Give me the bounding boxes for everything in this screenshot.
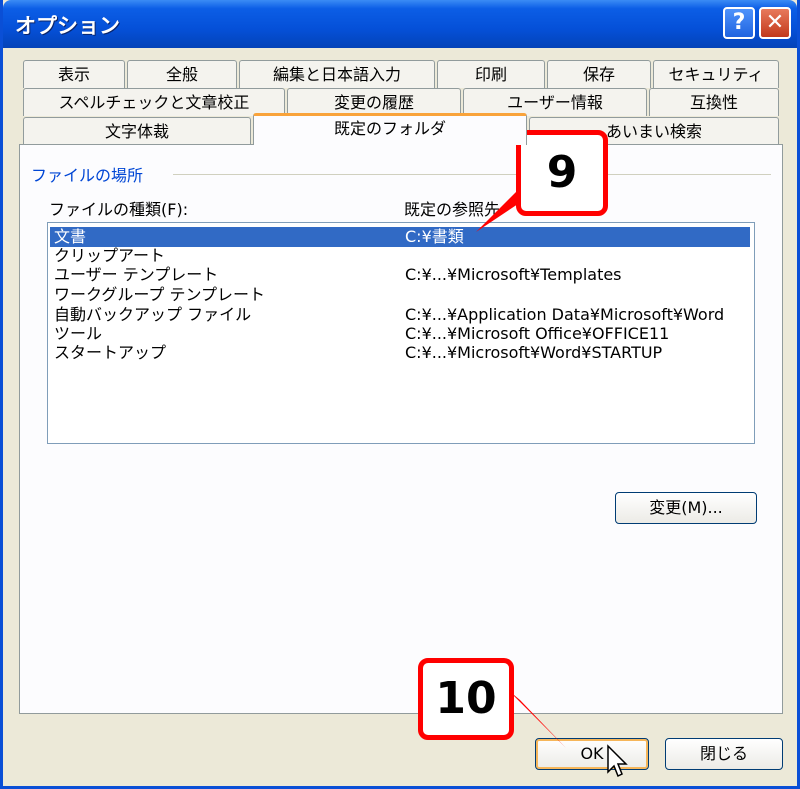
mouse-pointer-icon [607, 744, 628, 778]
step-9-callout: 9 [516, 130, 608, 216]
tab-default-folders[interactable]: 既定のフォルダ [253, 113, 527, 145]
step-10-callout: 10 [418, 658, 514, 740]
callout-10-pointer [508, 690, 566, 748]
